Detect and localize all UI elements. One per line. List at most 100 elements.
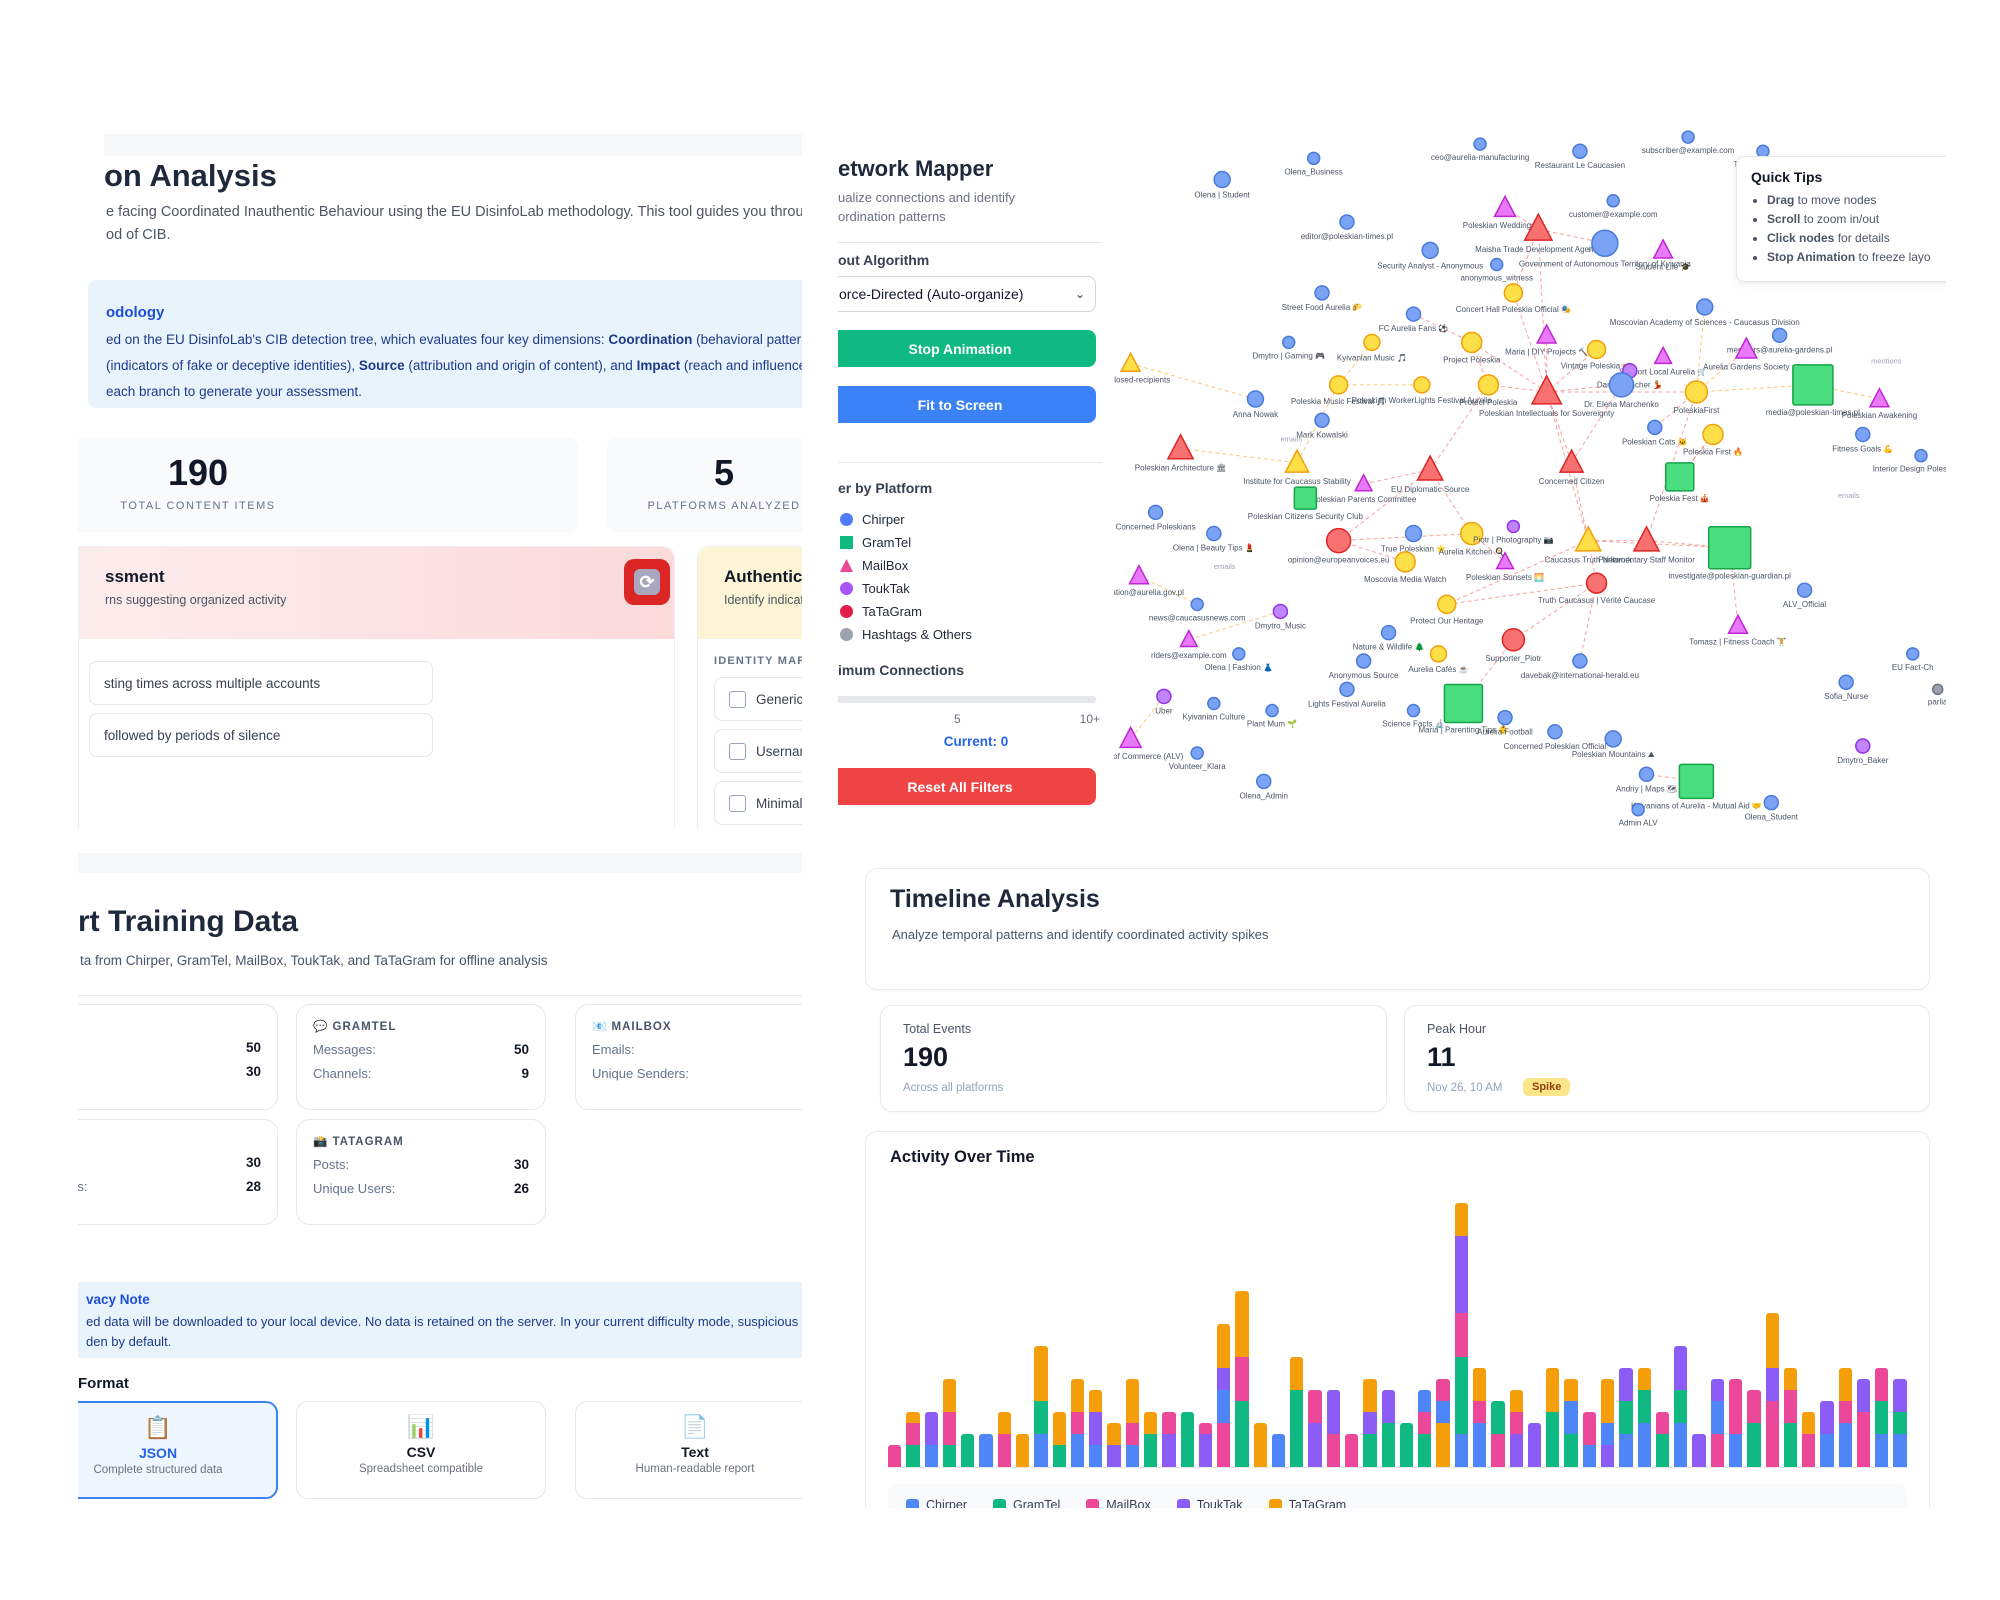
graph-node[interactable]	[1406, 526, 1422, 542]
graph-node[interactable]	[1532, 376, 1561, 404]
graph-node[interactable]	[1856, 739, 1870, 753]
graph-node[interactable]	[1120, 727, 1141, 747]
graph-node[interactable]	[1257, 774, 1271, 788]
checkbox[interactable]	[729, 691, 746, 708]
graph-node[interactable]	[1474, 138, 1486, 150]
format-card-json[interactable]: 📋JSONComplete structured data	[78, 1401, 278, 1499]
graph-node[interactable]	[1283, 336, 1295, 348]
graph-node[interactable]	[1395, 552, 1415, 572]
graph-node[interactable]	[1703, 424, 1723, 444]
graph-node[interactable]	[1592, 230, 1618, 256]
graph-node[interactable]	[1285, 450, 1308, 472]
graph-node[interactable]	[1588, 340, 1606, 358]
graph-node[interactable]	[1502, 629, 1524, 651]
graph-node[interactable]	[1330, 376, 1348, 394]
platform-filter-hashtags-others[interactable]: Hashtags & Others	[840, 623, 1114, 646]
graph-node[interactable]	[1607, 195, 1619, 207]
graph-node[interactable]	[1679, 764, 1713, 798]
network-graph-canvas[interactable]: emailsposts inmentionsemailsemailsOlena …	[1114, 130, 1946, 838]
graph-node[interactable]	[1149, 505, 1163, 519]
graph-node[interactable]	[1444, 684, 1482, 722]
graph-node[interactable]	[1418, 456, 1443, 480]
graph-node[interactable]	[1121, 353, 1140, 371]
identity-marker-item[interactable]: Usernames following patterns (random str…	[714, 729, 802, 773]
identity-marker-item[interactable]: Generic or AI-generated profile pictures	[714, 677, 802, 721]
graph-node[interactable]	[1207, 527, 1221, 541]
graph-node[interactable]	[1438, 595, 1456, 613]
graph-node[interactable]	[1655, 347, 1672, 363]
graph-node[interactable]	[1709, 527, 1751, 569]
graph-node[interactable]	[1191, 598, 1203, 610]
graph-node[interactable]	[1208, 697, 1220, 709]
graph-node[interactable]	[1407, 307, 1421, 321]
graph-node[interactable]	[1537, 325, 1556, 343]
format-card-csv[interactable]: 📊CSVSpreadsheet compatible	[296, 1401, 546, 1499]
graph-node[interactable]	[1180, 631, 1197, 647]
graph-node[interactable]	[1573, 144, 1587, 158]
platform-filter-tatagram[interactable]: TaTaGram	[840, 600, 1114, 623]
checkbox[interactable]	[729, 743, 746, 760]
format-card-text[interactable]: 📄TextHuman-readable report	[575, 1401, 802, 1499]
layout-algorithm-select[interactable]: orce-Directed (Auto-organize) ⌄	[838, 276, 1096, 312]
graph-node[interactable]	[1214, 172, 1230, 188]
graph-node[interactable]	[1273, 604, 1287, 618]
graph-node[interactable]	[1907, 648, 1919, 660]
graph-node[interactable]	[1504, 284, 1522, 302]
graph-node[interactable]	[1495, 196, 1516, 216]
connections-slider[interactable]	[838, 696, 1096, 703]
graph-node[interactable]	[1308, 152, 1320, 164]
graph-node[interactable]	[1294, 487, 1316, 509]
graph-node[interactable]	[1340, 682, 1354, 696]
graph-node[interactable]	[1773, 328, 1787, 342]
graph-node[interactable]	[1462, 332, 1482, 352]
graph-node[interactable]	[1355, 475, 1372, 491]
graph-node[interactable]	[1364, 334, 1380, 350]
graph-node[interactable]	[1315, 413, 1329, 427]
graph-node[interactable]	[1605, 731, 1621, 747]
graph-node[interactable]	[1315, 286, 1329, 300]
graph-node[interactable]	[1793, 365, 1833, 405]
graph-node[interactable]	[1266, 705, 1278, 717]
graph-node[interactable]	[1870, 389, 1889, 407]
graph-node[interactable]	[1130, 566, 1149, 584]
graph-node[interactable]	[1382, 626, 1396, 640]
reset-all-filters-button[interactable]: Reset All Filters	[838, 768, 1096, 805]
platform-filter-chirper[interactable]: Chirper	[840, 508, 1114, 531]
graph-node[interactable]	[1340, 215, 1354, 229]
refresh-button[interactable]: ⟳	[624, 559, 670, 605]
checkbox[interactable]	[729, 795, 746, 812]
graph-node[interactable]	[1839, 675, 1853, 689]
graph-node[interactable]	[1247, 391, 1263, 407]
graph-node[interactable]	[1357, 654, 1371, 668]
graph-node[interactable]	[1498, 711, 1512, 725]
graph-node[interactable]	[1856, 427, 1870, 441]
graph-node[interactable]	[1430, 646, 1446, 662]
graph-node[interactable]	[1764, 796, 1778, 810]
platform-filter-touktak[interactable]: ToukTak	[840, 577, 1114, 600]
stop-animation-button[interactable]: Stop Animation	[838, 330, 1096, 367]
graph-node[interactable]	[1697, 299, 1713, 315]
graph-node[interactable]	[1587, 573, 1607, 593]
graph-node[interactable]	[1491, 259, 1503, 271]
graph-node[interactable]	[1573, 654, 1587, 668]
fit-to-screen-button[interactable]: Fit to Screen	[838, 386, 1096, 423]
graph-node[interactable]	[1654, 240, 1673, 258]
graph-node[interactable]	[1798, 583, 1812, 597]
graph-node[interactable]	[1666, 463, 1694, 491]
graph-node[interactable]	[1933, 684, 1943, 694]
identity-marker-item[interactable]: Minimal or generic biographical informat…	[714, 781, 802, 825]
graph-node[interactable]	[1478, 375, 1498, 395]
platform-filter-gramtel[interactable]: GramTel	[840, 531, 1114, 554]
graph-node[interactable]	[1414, 377, 1430, 393]
graph-node[interactable]	[1168, 435, 1193, 459]
graph-node[interactable]	[1915, 450, 1927, 462]
graph-node[interactable]	[1576, 527, 1601, 551]
graph-node[interactable]	[1548, 725, 1562, 739]
graph-node[interactable]	[1729, 615, 1748, 633]
graph-node[interactable]	[1507, 520, 1519, 532]
graph-node[interactable]	[1422, 242, 1438, 258]
graph-node[interactable]	[1610, 373, 1634, 397]
graph-node[interactable]	[1233, 648, 1245, 660]
graph-node[interactable]	[1648, 420, 1662, 434]
graph-node[interactable]	[1327, 529, 1351, 553]
